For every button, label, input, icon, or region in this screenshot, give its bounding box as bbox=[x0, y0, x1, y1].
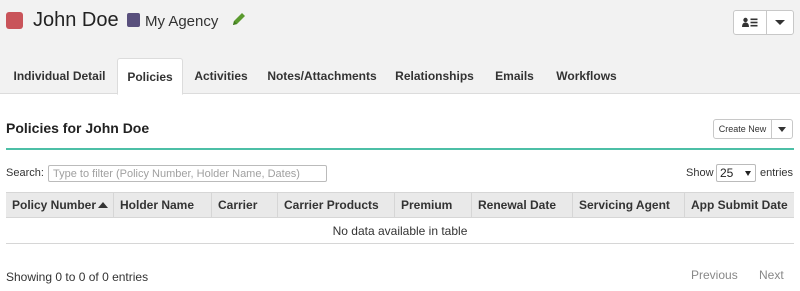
agency-name[interactable]: My Agency bbox=[145, 13, 218, 30]
search-input[interactable] bbox=[48, 165, 327, 182]
search-label: Search: bbox=[6, 167, 44, 179]
previous-page-button[interactable]: Previous bbox=[691, 268, 738, 282]
contact-name: John Doe bbox=[33, 9, 119, 31]
entries-label: entries bbox=[760, 167, 794, 179]
contact-color-swatch bbox=[6, 12, 23, 29]
show-label: Show bbox=[686, 167, 714, 179]
column-header-servicing-agent[interactable]: Servicing Agent bbox=[573, 193, 685, 217]
user-list-icon bbox=[742, 17, 758, 27]
tab-policies[interactable]: Policies bbox=[117, 58, 183, 95]
column-header-policy-number[interactable]: Policy Number bbox=[6, 193, 114, 217]
section-divider bbox=[6, 148, 794, 150]
create-new-button[interactable]: Create New bbox=[714, 120, 772, 138]
table-header-row: Policy Number Holder Name Carrier Carrie… bbox=[6, 192, 794, 218]
column-header-carrier[interactable]: Carrier bbox=[212, 193, 278, 217]
tab-notes-attachments[interactable]: Notes/Attachments bbox=[262, 58, 382, 94]
tab-workflows[interactable]: Workflows bbox=[549, 58, 624, 94]
section-title: Policies for John Doe bbox=[6, 120, 150, 136]
page-size-value: 25 bbox=[720, 166, 734, 180]
column-header-label: Holder Name bbox=[120, 198, 195, 212]
user-actions-dropdown[interactable] bbox=[767, 11, 793, 34]
empty-table-message: No data available in table bbox=[6, 218, 794, 244]
column-header-carrier-products[interactable]: Carrier Products bbox=[278, 193, 395, 217]
agency-color-swatch bbox=[127, 13, 140, 27]
user-list-button[interactable] bbox=[734, 11, 767, 34]
column-header-label: Carrier bbox=[218, 198, 258, 212]
column-header-app-submit-date[interactable]: App Submit Date bbox=[685, 193, 794, 217]
page-size-select[interactable]: 25 bbox=[716, 164, 756, 182]
column-header-label: Policy Number bbox=[12, 198, 97, 212]
create-new-dropdown[interactable] bbox=[772, 120, 792, 138]
table-info: Showing 0 to 0 of 0 entries bbox=[6, 270, 149, 284]
caret-down-icon bbox=[745, 171, 751, 176]
tab-activities[interactable]: Activities bbox=[188, 58, 254, 94]
create-new-button-group: Create New bbox=[713, 119, 793, 139]
tab-emails[interactable]: Emails bbox=[487, 58, 542, 94]
user-actions-button-group bbox=[733, 10, 794, 35]
next-page-button[interactable]: Next bbox=[759, 268, 784, 282]
column-header-premium[interactable]: Premium bbox=[395, 193, 472, 217]
column-header-label: Premium bbox=[401, 198, 453, 212]
column-header-label: App Submit Date bbox=[691, 198, 788, 212]
pencil-icon[interactable] bbox=[231, 11, 247, 27]
caret-down-icon bbox=[775, 20, 785, 25]
column-header-renewal-date[interactable]: Renewal Date bbox=[472, 193, 573, 217]
policies-table: Policy Number Holder Name Carrier Carrie… bbox=[6, 192, 794, 244]
caret-down-icon bbox=[778, 126, 786, 132]
sort-ascending-icon bbox=[98, 202, 108, 208]
record-header: John Doe My Agency Individual Detail Pol… bbox=[0, 0, 800, 95]
column-header-label: Renewal Date bbox=[478, 198, 557, 212]
column-header-label: Carrier Products bbox=[284, 198, 379, 212]
column-header-label: Servicing Agent bbox=[579, 198, 670, 212]
tab-relationships[interactable]: Relationships bbox=[387, 58, 482, 94]
record-tabs: Individual Detail Policies Activities No… bbox=[0, 58, 800, 95]
column-header-holder-name[interactable]: Holder Name bbox=[114, 193, 212, 217]
tab-individual-detail[interactable]: Individual Detail bbox=[6, 58, 113, 94]
